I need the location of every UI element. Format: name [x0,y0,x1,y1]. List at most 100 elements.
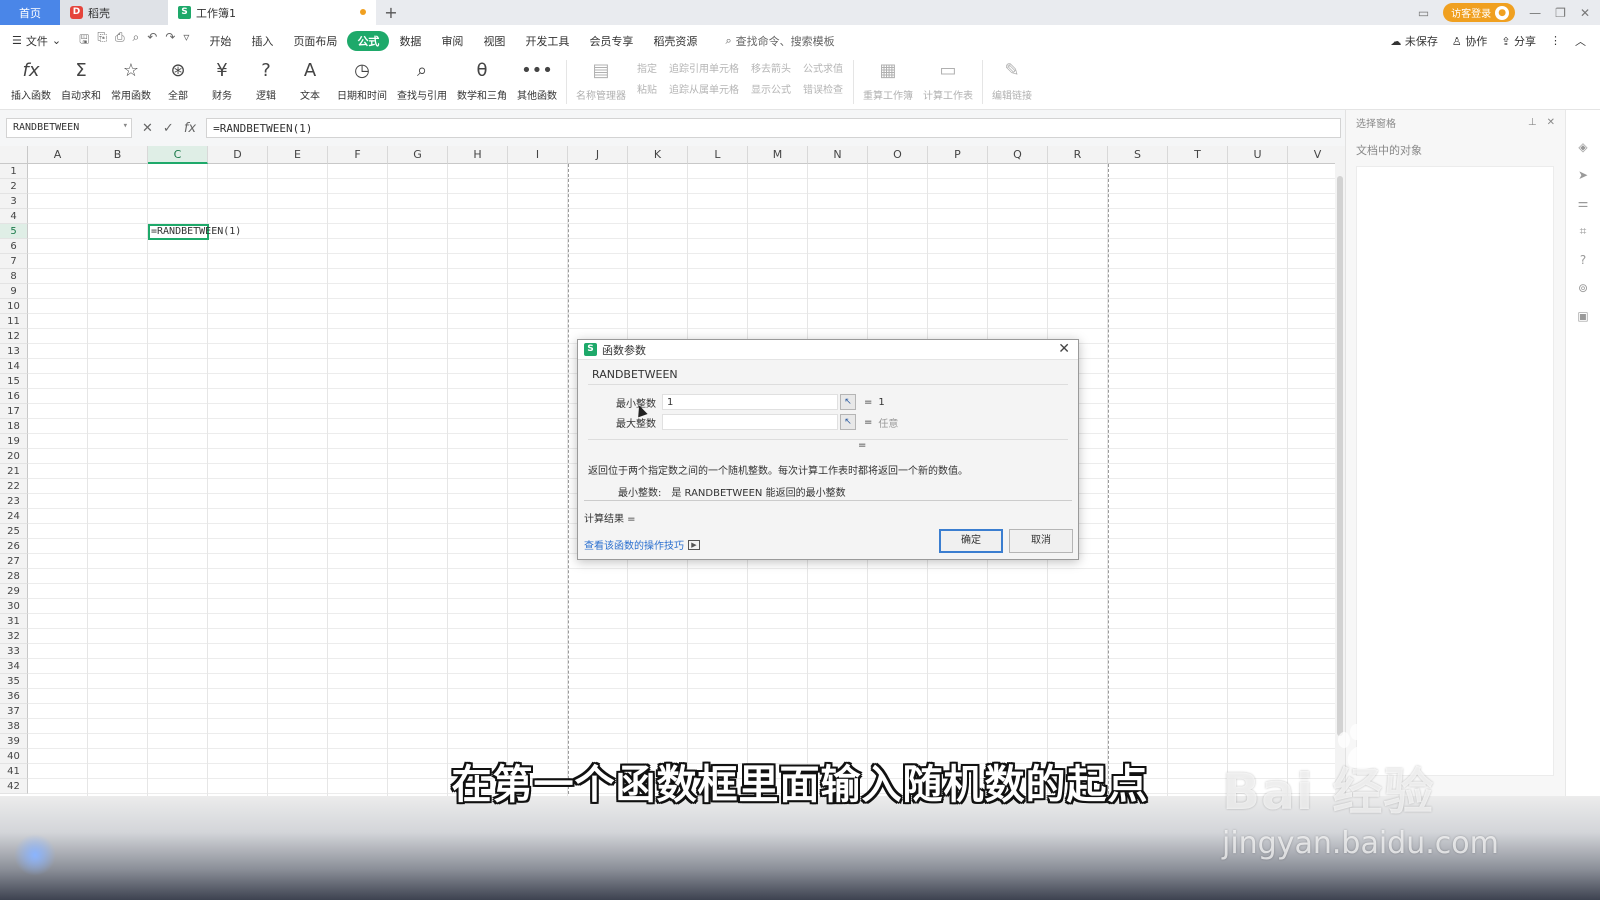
column-header[interactable]: U [1228,146,1288,164]
column-header[interactable]: S [1108,146,1168,164]
save-icon[interactable]: 🖫 [79,30,89,51]
define-name-button[interactable]: 指定 [637,60,657,75]
row-header[interactable]: 12 [0,329,28,344]
financial-button[interactable]: ¥ 财务 [200,56,244,104]
tab-home[interactable]: 首页 [0,0,60,25]
customize-icon[interactable]: ▿ [183,30,189,51]
row-header[interactable]: 31 [0,614,28,629]
location-icon[interactable]: ⊚ [1578,281,1588,295]
all-functions-button[interactable]: ⊛ 全部 [156,56,200,104]
date-time-button[interactable]: ◷ 日期和时间 [332,56,392,104]
collab-button[interactable]: ♙ 协作 [1452,33,1487,49]
redo-icon[interactable]: ↷ [165,30,175,51]
restore-icon[interactable]: ❐ [1555,6,1566,20]
column-header[interactable]: B [88,146,148,164]
layout-icon[interactable]: ▭ [1418,6,1429,20]
pin-icon[interactable]: ⊥ [1528,117,1537,128]
row-header[interactable]: 3 [0,194,28,209]
row-header[interactable]: 14 [0,359,28,374]
dialog-title-bar[interactable]: S 函数参数 ✕ [578,340,1078,360]
menu-view[interactable]: 视图 [473,31,515,51]
row-header[interactable]: 26 [0,539,28,554]
row-header[interactable]: 37 [0,704,28,719]
math-trig-button[interactable]: θ 数学和三角 [452,56,512,104]
scroll-thumb[interactable] [1337,176,1343,736]
ok-button[interactable]: 确定 [939,529,1003,553]
row-header[interactable]: 11 [0,314,28,329]
row-header[interactable]: 28 [0,569,28,584]
crop-icon[interactable]: ⌗ [1580,224,1587,239]
logical-button[interactable]: ? 逻辑 [244,56,288,104]
active-cell-c5[interactable]: =RANDBETWEEN(1) [148,224,241,240]
menu-formulas[interactable]: 公式 [347,30,390,51]
row-header[interactable]: 19 [0,434,28,449]
row-header[interactable]: 24 [0,509,28,524]
row-header[interactable]: 23 [0,494,28,509]
settings-sliders-icon[interactable]: ⚌ [1578,196,1589,210]
column-header[interactable]: E [268,146,328,164]
row-header[interactable]: 33 [0,644,28,659]
share-button[interactable]: ⇪ 分享 [1501,33,1536,49]
function-tips-link[interactable]: 查看该函数的操作技巧 ▶ [584,537,700,552]
undo-icon[interactable]: ↶ [147,30,157,51]
column-header[interactable]: K [628,146,688,164]
row-header[interactable]: 38 [0,719,28,734]
pointer-icon[interactable]: ➤ [1578,168,1588,182]
selection-pane-title[interactable]: 选择窗格 [1356,115,1396,130]
column-header[interactable]: V [1288,146,1335,164]
vertical-scrollbar[interactable] [1335,146,1345,796]
column-header[interactable]: J [568,146,628,164]
row-header[interactable]: 7 [0,254,28,269]
menu-data[interactable]: 数据 [389,31,431,51]
row-header[interactable]: 17 [0,404,28,419]
recalc-workbook-button[interactable]: ▦ 重算工作簿 [858,56,918,104]
preview-icon[interactable]: ⌕ [133,30,140,51]
show-formulas-button[interactable]: 显示公式 [751,81,791,96]
style-icon[interactable]: ◈ [1578,140,1587,154]
minimize-icon[interactable]: — [1529,6,1541,20]
column-header[interactable]: R [1048,146,1108,164]
name-box[interactable]: RANDBETWEEN [6,118,132,138]
command-search[interactable]: ⌕ 查找命令、搜索模板 [707,33,834,49]
column-header[interactable]: Q [988,146,1048,164]
max-integer-input[interactable] [662,414,838,430]
formula-input[interactable]: =RANDBETWEEN(1) [206,118,1341,138]
column-header[interactable]: N [808,146,868,164]
close-icon[interactable]: ✕ [1547,117,1555,128]
more-menu-icon[interactable]: ⋮ [1550,34,1561,47]
file-menu[interactable]: ☰ 文件 ⌄ [0,33,69,49]
menu-start[interactable]: 开始 [199,31,241,51]
row-header[interactable]: 36 [0,689,28,704]
column-header[interactable]: D [208,146,268,164]
evaluate-formula-button[interactable]: 公式求值 [803,60,843,75]
other-functions-button[interactable]: ••• 其他函数 [512,56,562,104]
range-select-icon[interactable]: ↖ [840,394,856,410]
menu-review[interactable]: 审阅 [431,31,473,51]
column-header[interactable]: I [508,146,568,164]
add-tab-button[interactable]: + [376,0,406,25]
print-icon[interactable]: ⎙ [115,30,125,51]
row-header[interactable]: 25 [0,524,28,539]
column-header[interactable]: F [328,146,388,164]
menu-member[interactable]: 会员专享 [579,31,643,51]
lookup-reference-button[interactable]: ⌕ 查找与引用 [392,56,452,104]
menu-insert[interactable]: 插入 [241,31,283,51]
menu-page-layout[interactable]: 页面布局 [283,31,347,51]
collapse-ribbon-icon[interactable]: ︿ [1575,33,1586,49]
text-button[interactable]: A 文本 [288,56,332,104]
column-header[interactable]: H [448,146,508,164]
row-header[interactable]: 22 [0,479,28,494]
row-header[interactable]: 30 [0,599,28,614]
help-icon[interactable]: ? [1580,253,1586,267]
row-header[interactable]: 32 [0,629,28,644]
row-header[interactable]: 20 [0,449,28,464]
menu-daoke-resources[interactable]: 稻壳资源 [643,31,707,51]
row-header[interactable]: 15 [0,374,28,389]
row-header[interactable]: 39 [0,734,28,749]
export-icon[interactable]: ⎘ [97,30,107,51]
calc-sheet-button[interactable]: ▭ 计算工作表 [918,56,978,104]
remove-arrows-button[interactable]: 移去箭头 [751,60,791,75]
row-header[interactable]: 8 [0,269,28,284]
menu-developer[interactable]: 开发工具 [515,31,579,51]
column-header[interactable]: C [148,146,208,164]
